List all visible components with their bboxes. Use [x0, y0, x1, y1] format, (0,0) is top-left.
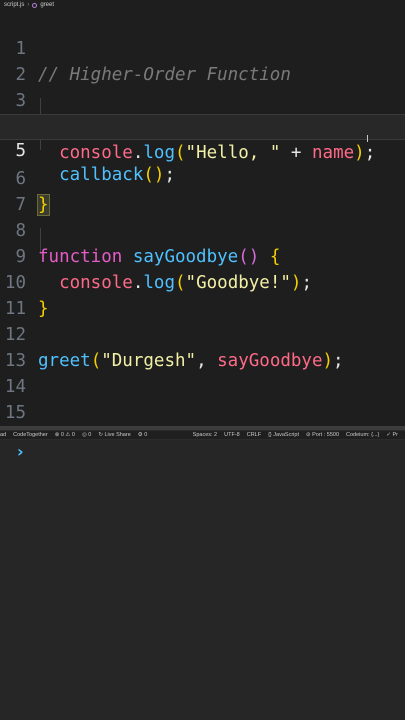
- status-ports[interactable]: ◎ 0: [82, 432, 91, 438]
- code-line[interactable]: 12 greet("Durgesh", sayGoodbye);: [0, 296, 405, 371]
- status-language[interactable]: {} JavaScript: [268, 432, 299, 438]
- status-problems[interactable]: ⊗ 0 ⚠ 0: [55, 432, 75, 438]
- status-encoding[interactable]: UTF-8: [224, 432, 240, 438]
- code-line[interactable]: 3 function greet(name, callback) {: [0, 62, 405, 138]
- status-prettier[interactable]: ✓ Pr: [386, 432, 398, 438]
- status-spaces[interactable]: Spaces: 2: [193, 432, 217, 438]
- status-extensions[interactable]: ⚙ 0: [138, 432, 148, 438]
- code-line[interactable]: 4 console.log("Hello, " + name);: [0, 88, 405, 163]
- code-line[interactable]: 10 }: [0, 244, 405, 319]
- code-line[interactable]: 16: [0, 400, 405, 426]
- code-editor[interactable]: 1 // Higher-Order Function 2 3 function …: [0, 10, 405, 428]
- code-line-current[interactable]: 5 callback();: [0, 114, 405, 185]
- status-bar: ad CodeTogether ⊗ 0 ⚠ 0 ◎ 0 ↻ Live Share…: [0, 430, 405, 440]
- code-line[interactable]: 7: [0, 166, 405, 215]
- code-line[interactable]: 11: [0, 270, 405, 319]
- status-codeium[interactable]: Codeium: {...}: [346, 432, 379, 438]
- breadcrumb-file[interactable]: script.js: [4, 2, 24, 8]
- terminal-panel[interactable]: [0, 440, 405, 720]
- status-left-0[interactable]: ad: [0, 432, 6, 438]
- code-line[interactable]: 2: [0, 36, 405, 85]
- function-symbol-icon: [32, 2, 38, 8]
- code-line[interactable]: 15: [0, 374, 405, 423]
- code-line[interactable]: 13: [0, 322, 405, 371]
- status-codetogether[interactable]: CodeTogether: [13, 432, 48, 438]
- code-line[interactable]: 14: [0, 348, 405, 397]
- status-eol[interactable]: CRLF: [247, 432, 261, 438]
- code-line[interactable]: 8 function sayGoodbye() {: [0, 192, 405, 267]
- breadcrumb: script.js › greet: [0, 0, 405, 10]
- code-line[interactable]: 1 // Higher-Order Function: [0, 10, 405, 85]
- status-live-share[interactable]: ↻ Live Share: [98, 432, 130, 438]
- mouse-cursor-ibeam-icon: I: [366, 134, 369, 145]
- breadcrumb-separator: ›: [27, 2, 30, 8]
- breadcrumb-symbol[interactable]: greet: [40, 2, 54, 8]
- terminal-prompt-icon: ›: [17, 442, 24, 461]
- code-line[interactable]: 9 console.log("Goodbye!");: [0, 218, 405, 293]
- status-port[interactable]: ⊘ Port : 5500: [306, 432, 339, 438]
- code-line[interactable]: 6 }: [0, 140, 405, 216]
